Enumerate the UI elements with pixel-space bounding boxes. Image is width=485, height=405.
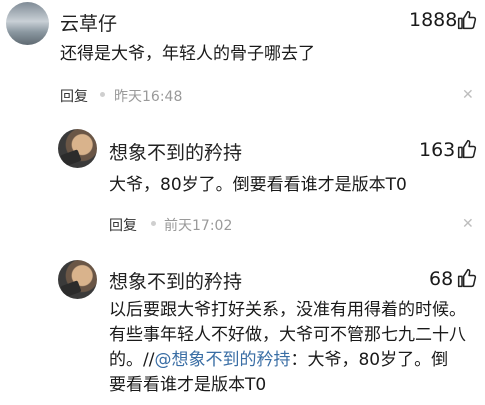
comment-text: 还得是大爷，年轻人的骨子哪去了 [60,44,315,64]
comment-text: 以后要跟大爷打好关系，没准有用得着的时候。 有些事年轻人不好做，大爷可不管那七九… [109,298,479,398]
thumbs-up-icon[interactable] [457,138,477,160]
thumbs-up-icon[interactable] [457,9,477,31]
comment-text: 大爷，80岁了。倒要看看谁才是版本T0 [109,175,407,195]
mention-link[interactable]: @想象不到的矜持 [154,350,290,370]
username[interactable]: 云草仔 [60,9,117,36]
comment-text-line: 以后要跟大爷打好关系，没准有用得着的时候。 [109,300,466,320]
avatar[interactable] [58,260,97,299]
reply-button[interactable]: 回复 [109,215,137,235]
comment-text-line: 要看看谁才是版本T0 [109,375,267,395]
username[interactable]: 想象不到的矜持 [109,138,242,165]
comment-text-line: 的。//@想象不到的矜持：大爷，80岁了。倒 [109,348,479,373]
quote-text: ：大爷，80岁了。倒 [290,350,449,370]
thumbs-up-icon[interactable] [457,267,477,289]
like-count: 68 [429,268,454,290]
reply-button[interactable]: 回复 [60,86,88,106]
timestamp: 昨天16:48 [114,89,183,105]
quote-prefix: 的。// [109,350,155,370]
username[interactable]: 想象不到的矜持 [109,267,242,294]
comment-text-line: 有些事年轻人不好做，大爷可不管那七九二十八 [109,325,466,345]
avatar[interactable] [58,129,97,168]
like-count: 1888 [409,9,458,31]
close-icon[interactable]: ✕ [462,216,474,232]
dot-separator [100,92,105,97]
avatar[interactable] [6,2,49,45]
close-icon[interactable]: ✕ [462,87,474,103]
dot-separator [151,221,156,226]
like-count: 163 [419,139,456,161]
timestamp: 前天17:02 [164,218,233,234]
